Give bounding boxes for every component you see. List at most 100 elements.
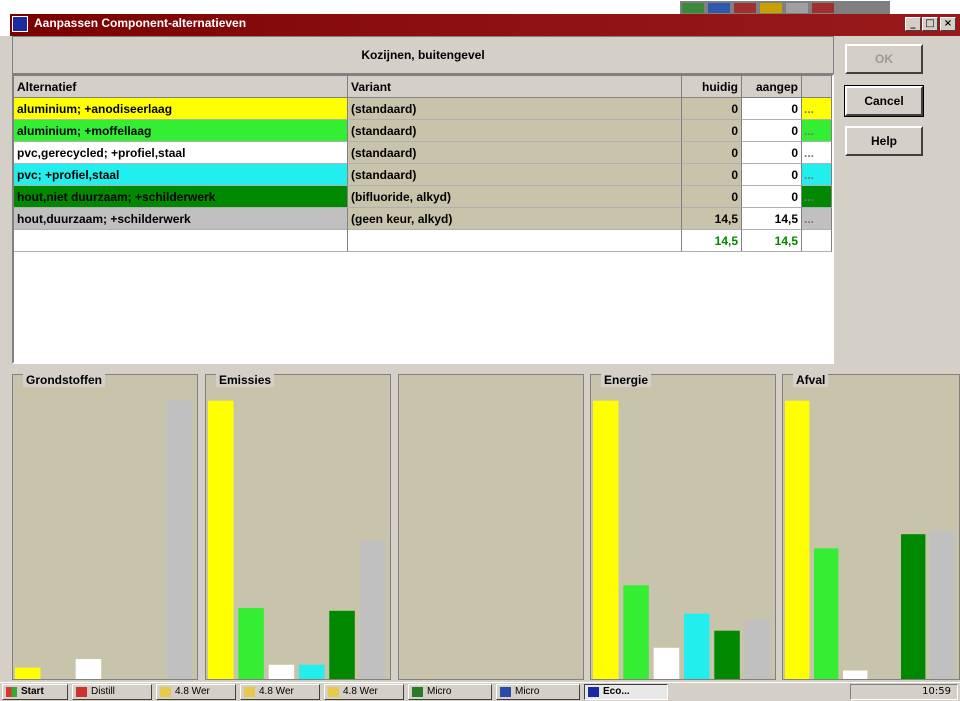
alternative-name: aluminium; +anodiseerlaag <box>14 98 348 120</box>
help-button[interactable]: Help <box>845 126 923 156</box>
adjusted-value-input[interactable]: 0 <box>742 142 802 164</box>
table-row[interactable]: hout,duurzaam; +schilderwerk (geen keur, … <box>14 208 832 230</box>
table-header-row: Alternatief Variant huidig aangep <box>14 76 832 98</box>
row-color-swatch[interactable]: ... <box>802 164 832 186</box>
chart-bar <box>299 664 325 679</box>
chart-emissies <box>208 400 386 679</box>
current-value: 14,5 <box>682 208 742 230</box>
adjusted-value-input[interactable]: 0 <box>742 186 802 208</box>
clock: 10:59 <box>922 686 951 697</box>
chart-bar <box>714 630 740 679</box>
chart-bar <box>359 539 386 679</box>
chart-title-grondstoffen: Grondstoffen <box>23 373 105 387</box>
taskbar-item-wer-2[interactable]: 4.8 Wer <box>240 684 320 700</box>
taskbar-item-label: Micro <box>515 686 540 697</box>
adjusted-value-input[interactable]: 0 <box>742 120 802 142</box>
taskbar-item-label: Distill <box>91 686 115 697</box>
adjusted-value-input[interactable]: 0 <box>742 164 802 186</box>
variant-name: (standaard) <box>348 120 682 142</box>
table-row[interactable]: pvc; +profiel,staal (standaard) 0 0... <box>14 164 832 186</box>
eco-app-icon <box>588 687 599 697</box>
row-color-swatch[interactable]: ... <box>802 208 832 230</box>
chart-bar <box>593 400 619 679</box>
window-titlebar: Aanpassen Component-alternatieven _ □ × <box>0 0 960 36</box>
adjusted-value-input[interactable]: 0 <box>742 98 802 120</box>
chart-bar <box>268 664 295 679</box>
taskbar-item-label: 4.8 Wer <box>259 686 294 697</box>
chart-afval <box>785 400 955 679</box>
totals-row: 14,5 14,5 <box>14 230 832 252</box>
alternative-name: hout,duurzaam; +schilderwerk <box>14 208 348 230</box>
taskbar-item-label: Eco... <box>603 686 630 697</box>
taskbar-item-micro-2[interactable]: Micro <box>496 684 580 700</box>
chart-bar <box>329 610 355 679</box>
row-color-swatch[interactable]: ... <box>802 142 832 164</box>
chart-panel-energie: Energie <box>590 373 776 680</box>
chart-bar <box>238 608 264 679</box>
chart-bar <box>901 534 926 679</box>
component-title: Kozijnen, buitengevel <box>12 36 834 74</box>
chart-bar <box>785 400 810 679</box>
total-aangep: 14,5 <box>742 230 802 252</box>
chart-bar <box>208 400 234 679</box>
chart-bar <box>930 531 955 679</box>
chart-bar <box>623 585 649 679</box>
close-button[interactable]: × <box>940 17 956 31</box>
chart-title-emissies: Emissies <box>216 373 275 387</box>
chart-grondstoffen <box>15 400 193 679</box>
row-color-swatch[interactable]: ... <box>802 98 832 120</box>
chart-title-afval: Afval <box>793 373 829 387</box>
folder-icon <box>328 687 339 697</box>
chart-bar <box>15 667 41 679</box>
table-row[interactable]: pvc,gerecycled; +profiel,staal (standaard… <box>14 142 832 164</box>
column-header-huidig[interactable]: huidig <box>682 76 742 98</box>
row-color-swatch[interactable]: ... <box>802 120 832 142</box>
variant-name: (geen keur, alkyd) <box>348 208 682 230</box>
chart-bar <box>75 659 102 679</box>
current-value: 0 <box>682 164 742 186</box>
taskbar-item-distill[interactable]: Distill <box>72 684 152 700</box>
current-value: 0 <box>682 98 742 120</box>
chart-bar <box>843 670 868 679</box>
chart-bar <box>653 647 680 679</box>
table-row[interactable]: aluminium; +anodiseerlaag (standaard) 0 0..… <box>14 98 832 120</box>
alternatives-table: Alternatief Variant huidig aangep alumin… <box>12 74 834 364</box>
alternative-name: hout,niet duurzaam; +schilderwerk <box>14 186 348 208</box>
taskbar-item-eco[interactable]: Eco... <box>584 684 668 700</box>
variant-name: (standaard) <box>348 142 682 164</box>
taskbar-item-label: 4.8 Wer <box>175 686 210 697</box>
word-icon <box>500 687 511 697</box>
minimize-button[interactable]: _ <box>905 17 921 31</box>
chart-panel-grondstoffen: Grondstoffen <box>12 373 198 680</box>
ok-button[interactable]: OK <box>845 44 923 74</box>
total-huidig: 14,5 <box>682 230 742 252</box>
taskbar-item-wer-3[interactable]: 4.8 Wer <box>324 684 404 700</box>
cancel-button[interactable]: Cancel <box>844 85 924 117</box>
start-button[interactable]: Start <box>2 684 68 700</box>
taskbar-item-label: Micro <box>427 686 452 697</box>
maximize-button[interactable]: □ <box>922 17 938 31</box>
alternative-name: pvc; +profiel,staal <box>14 164 348 186</box>
window-title: Aanpassen Component-alternatieven <box>34 16 247 30</box>
chart-panel-emissies: Emissies <box>205 373 391 680</box>
row-color-swatch[interactable]: ... <box>802 186 832 208</box>
current-value: 0 <box>682 186 742 208</box>
chart-bar <box>166 400 193 679</box>
table-row[interactable]: aluminium; +moffellaag (standaard) 0 0... <box>14 120 832 142</box>
table-row[interactable]: hout,niet duurzaam; +schilderwerk (bifluo… <box>14 186 832 208</box>
chart-energie <box>593 400 771 679</box>
variant-name: (standaard) <box>348 98 682 120</box>
column-header-alternatief[interactable]: Alternatief <box>14 76 348 98</box>
current-value: 0 <box>682 142 742 164</box>
taskbar: Start Distill 4.8 Wer 4.8 Wer 4.8 Wer Mi… <box>0 682 960 701</box>
taskbar-item-label: 4.8 Wer <box>343 686 378 697</box>
taskbar-item-micro-1[interactable]: Micro <box>408 684 492 700</box>
column-header-extra <box>802 76 832 98</box>
column-header-aangep[interactable]: aangep <box>742 76 802 98</box>
taskbar-item-wer-1[interactable]: 4.8 Wer <box>156 684 236 700</box>
adjusted-value-input[interactable]: 14,5 <box>742 208 802 230</box>
background-toolbar-strip <box>680 0 890 15</box>
column-header-variant[interactable]: Variant <box>348 76 682 98</box>
chart-bar <box>684 613 710 679</box>
app-icon <box>12 16 28 32</box>
